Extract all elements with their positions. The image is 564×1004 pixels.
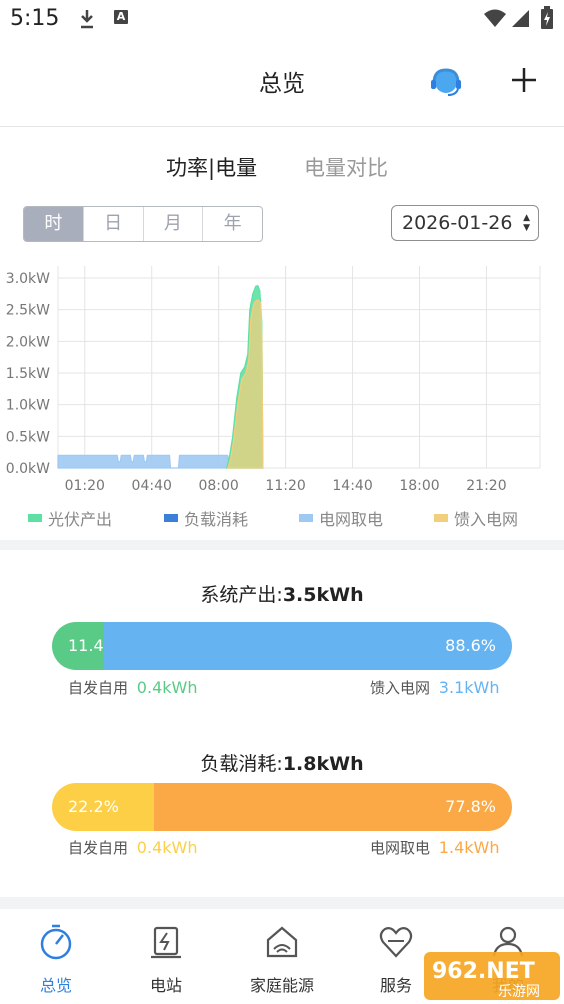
battery-icon: [541, 6, 553, 29]
legend-grid-import: 电网取电: [299, 506, 383, 530]
legend-pv-label: 光伏产出: [48, 510, 113, 529]
date-value: 2026-01-26: [402, 212, 513, 234]
status-time: 5:15: [10, 6, 60, 31]
load-consumption-label: 负载消耗:: [200, 753, 283, 775]
period-hour-button[interactable]: 时: [24, 207, 83, 241]
tab-power-energy[interactable]: 功率|电量: [166, 152, 257, 182]
legend-feed-in-swatch: [434, 514, 448, 522]
series-area-feed_in: [226, 299, 264, 469]
x-tick-label: 04:40: [132, 478, 172, 494]
y-tick-label: 2.0kW: [6, 334, 50, 350]
y-tick-label: 3.0kW: [6, 271, 50, 287]
grid-import-caption: 电网取电 1.4kWh: [370, 837, 499, 858]
period-month-button[interactable]: 月: [142, 207, 203, 241]
period-day-button[interactable]: 日: [82, 207, 143, 241]
watermark-text: 962.NET: [432, 959, 535, 984]
page-title: 总览: [259, 71, 305, 97]
load-consumption-total: 1.8kWh: [282, 753, 364, 775]
grid-import-value: 1.4kWh: [438, 838, 500, 857]
tab-energy-comparison[interactable]: 电量对比: [304, 152, 388, 182]
system-output-bar: 11.4% 88.6%: [52, 622, 512, 670]
wifi-icon: [484, 9, 506, 27]
grid-import-label: 电网取电: [370, 839, 431, 857]
section-divider: [0, 897, 564, 909]
load-consumption-bar: 22.2% 77.8%: [52, 783, 512, 831]
feed-in-segment: 88.6%: [104, 622, 512, 670]
nav-overview-label: 总览: [39, 976, 72, 995]
x-tick-label: 11:20: [265, 478, 305, 494]
load-self-use-segment: 22.2%: [52, 783, 155, 831]
y-tick-label: 0.5kW: [6, 429, 50, 445]
x-tick-label: 18:00: [399, 478, 439, 494]
watermark-subtext: 乐游网: [498, 984, 540, 1000]
signal-icon: [512, 10, 529, 27]
date-picker[interactable]: 2026-01-26 ▲ ▼: [391, 205, 539, 241]
y-tick-label: 0.0kW: [6, 461, 50, 477]
feed-in-caption: 馈入电网 3.1kWh: [370, 677, 499, 698]
section-divider: [0, 540, 564, 550]
x-tick-label: 01:20: [65, 478, 105, 494]
legend-grid-import-label: 电网取电: [319, 510, 384, 529]
load-consumption-title: 负载消耗:1.8kWh: [0, 749, 564, 776]
y-tick-label: 2.5kW: [6, 303, 50, 319]
self-use-value: 0.4kWh: [136, 678, 198, 697]
legend-load: 负载消耗: [164, 506, 248, 530]
legend-pv: 光伏产出: [28, 506, 112, 530]
load-self-use-caption: 自发自用 0.4kWh: [68, 837, 197, 858]
service-icon: [379, 927, 413, 958]
self-use-label: 自发自用: [68, 679, 129, 697]
legend-pv-swatch: [28, 514, 42, 522]
legend-load-swatch: [164, 514, 178, 522]
legend-load-label: 负载消耗: [184, 510, 249, 529]
period-year-button[interactable]: 年: [202, 207, 262, 241]
legend-feed-in-label: 馈入电网: [454, 510, 519, 529]
system-output-total: 3.5kWh: [282, 584, 364, 606]
home-energy-icon: [266, 926, 298, 958]
x-tick-label: 21:20: [466, 478, 506, 494]
sort-arrows-icon: ▲ ▼: [523, 213, 530, 233]
nav-home-energy-label: 家庭能源: [249, 976, 314, 995]
power-chart: 0.0kW 0.5kW 1.0kW 1.5kW 2.0kW 2.5kW 3.0kW 01:20…: [6, 266, 541, 494]
overview-icon: [40, 924, 72, 960]
y-tick-label: 1.5kW: [6, 366, 50, 382]
download-icon: [81, 10, 93, 29]
station-icon: [151, 926, 181, 959]
feed-in-value: 3.1kWh: [438, 678, 500, 697]
y-tick-label: 1.0kW: [6, 398, 50, 414]
load-self-use-value: 0.4kWh: [136, 838, 198, 857]
app-notification-icon: A: [114, 10, 128, 24]
period-selector: 时 日 月 年: [23, 206, 263, 242]
system-output-title: 系统产出:3.5kWh: [0, 580, 564, 607]
system-output-label: 系统产出:: [200, 584, 283, 606]
legend-grid-import-swatch: [299, 514, 313, 522]
grid-import-segment: 77.8%: [154, 783, 512, 831]
x-tick-label: 08:00: [198, 478, 238, 494]
self-use-caption: 自发自用 0.4kWh: [68, 677, 197, 698]
nav-station-label: 电站: [149, 976, 182, 995]
legend-feed-in: 馈入电网: [434, 506, 518, 530]
status-bar: 5:15 A: [0, 0, 564, 40]
feed-in-label: 馈入电网: [370, 679, 431, 697]
customer-service-icon[interactable]: [430, 68, 462, 98]
load-self-use-label: 自发自用: [68, 839, 129, 857]
self-use-segment: 11.4%: [52, 622, 119, 670]
site-watermark: 962.NET 乐游网: [424, 952, 560, 1000]
header-divider: [0, 126, 564, 127]
add-icon[interactable]: [510, 66, 538, 94]
x-tick-label: 14:40: [332, 478, 372, 494]
